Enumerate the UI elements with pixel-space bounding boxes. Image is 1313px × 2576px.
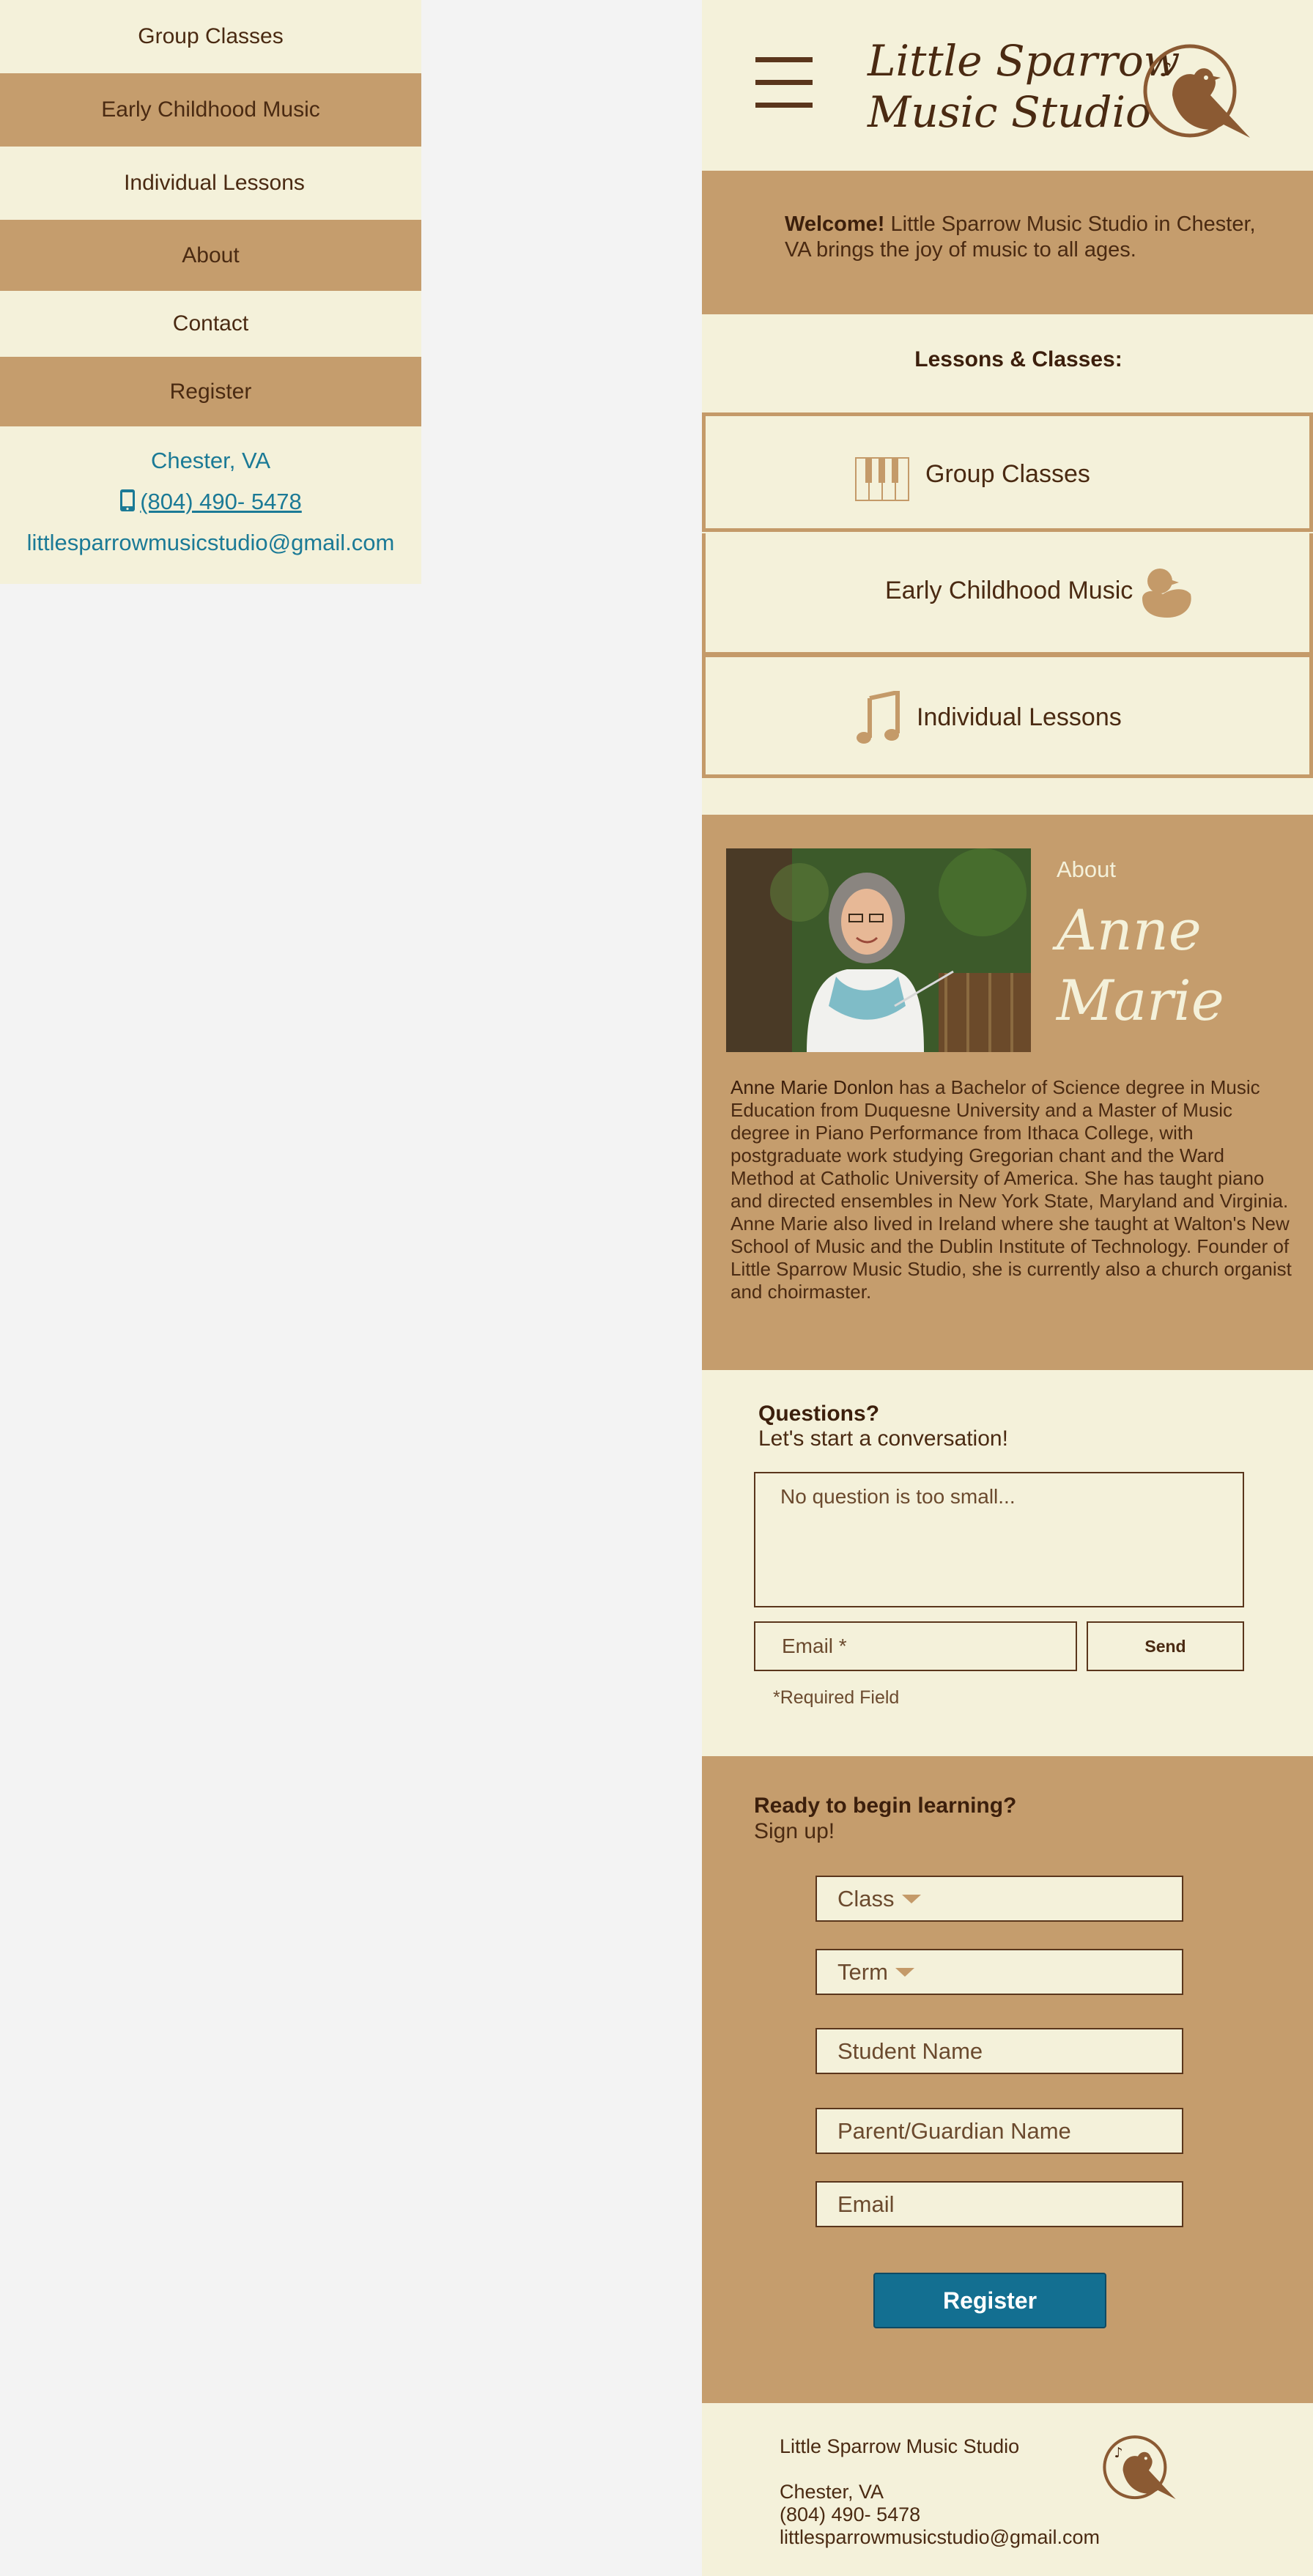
register-email-field[interactable]: Email [815,2181,1183,2227]
header: Little Sparrow Music Studio ♪ [702,0,1313,171]
menu-item-contact[interactable]: Contact [0,291,421,357]
hamburger-icon[interactable] [755,57,813,108]
menu-item-individual-lessons[interactable]: Individual Lessons [0,147,421,220]
about-section: About Anne Marie Anne Marie Donlon has a… [702,815,1313,1370]
chevron-down-icon [895,1967,914,1977]
lesson-label: Early Childhood Music [885,577,1133,604]
menu-item-label: Early Childhood Music [101,97,320,122]
logo-line-2: Music Studio [868,87,1151,137]
phone-icon [119,489,136,518]
menu-item-about[interactable]: About [0,220,421,291]
menu-item-label: Register [169,379,252,404]
instructor-photo [726,848,1031,1052]
lesson-card-individual-lessons[interactable]: Individual Lessons [702,654,1313,778]
site-logo-text[interactable]: Little Sparrow Music Studio [868,35,1180,138]
lesson-card-early-childhood[interactable]: Early Childhood Music [702,533,1313,656]
menu-item-register[interactable]: Register [0,357,421,426]
side-menu: Group Classes Early Childhood Music Indi… [0,0,421,584]
parent-name-field[interactable]: Parent/Guardian Name [815,2108,1183,2154]
welcome-text: Welcome! Little Sparrow Music Studio in … [785,212,1283,263]
register-section: Ready to begin learning? Sign up! Class … [702,1756,1313,2403]
instructor-name-script: Anne Marie [1057,895,1224,1036]
required-field-note: *Required Field [773,1687,900,1708]
music-notes-icon [857,689,900,752]
menu-item-label: About [182,243,240,267]
menu-item-early-childhood-music[interactable]: Early Childhood Music [0,73,421,147]
piano-keys-icon [855,457,909,508]
page: Little Sparrow Music Studio ♪ Welcome! L… [702,0,1313,2576]
name-line-1: Anne [1057,897,1202,963]
rubber-duck-icon [1138,566,1194,626]
welcome-bold: Welcome! [785,212,885,236]
name-line-2: Marie [1057,968,1224,1033]
about-bio: Anne Marie Donlon has a Bachelor of Scie… [731,1076,1292,1303]
bio-text: has a Bachelor of Science degree in Musi… [731,1076,1292,1303]
contact-email-field[interactable]: Email * [754,1621,1077,1671]
register-heading: Ready to begin learning? [754,1794,1017,1818]
class-select-label: Class [837,1885,895,1911]
footer-email: littlesparrowmusicstudio@gmail.com [780,2526,1101,2548]
send-button[interactable]: Send [1087,1621,1244,1671]
register-button[interactable]: Register [873,2273,1106,2328]
menu-item-label: Group Classes [138,24,284,48]
menu-phone-link[interactable]: (804) 490- 5478 [140,489,302,514]
about-label: About [1057,856,1117,882]
menu-item-label: Individual Lessons [124,171,305,195]
questions-subheading: Let's start a conversation! [758,1426,1008,1451]
chevron-down-icon [901,1894,921,1903]
footer-location: Chester, VA [780,2481,884,2503]
menu-phone-row[interactable]: (804) 490- 5478 [0,489,421,518]
message-textarea[interactable]: No question is too small... [754,1472,1244,1607]
sparrow-logo-icon[interactable]: ♪ [1142,44,1251,144]
footer-sparrow-logo-icon: ♪ [1102,2435,1177,2506]
questions-heading: Questions? [758,1402,880,1426]
lesson-card-group-classes[interactable]: Group Classes [702,412,1313,532]
register-subheading: Sign up! [754,1819,835,1843]
footer-info: Little Sparrow Music Studio Chester, VA … [780,2435,1100,2549]
svg-text:♪: ♪ [1114,2445,1122,2461]
welcome-banner: Welcome! Little Sparrow Music Studio in … [702,171,1313,314]
menu-item-group-classes[interactable]: Group Classes [0,0,421,73]
menu-email-link[interactable]: littlesparrowmusicstudio@gmail.com [0,530,421,556]
bio-name: Anne Marie Donlon [731,1076,894,1098]
lesson-label: Individual Lessons [917,703,1122,731]
menu-location: Chester, VA [150,448,271,473]
footer-phone: (804) 490- 5478 [780,2503,921,2525]
term-select-label: Term [837,1958,888,1985]
menu-item-label: Contact [172,311,249,336]
footer-studio-name: Little Sparrow Music Studio [780,2435,1020,2457]
term-select[interactable]: Term [815,1949,1183,1995]
lesson-label: Group Classes [925,460,1090,488]
lessons-heading: Lessons & Classes: [914,347,1122,371]
class-select[interactable]: Class [815,1876,1183,1922]
svg-text:♪: ♪ [1159,57,1172,81]
logo-line-1: Little Sparrow [868,36,1180,86]
student-name-field[interactable]: Student Name [815,2028,1183,2074]
